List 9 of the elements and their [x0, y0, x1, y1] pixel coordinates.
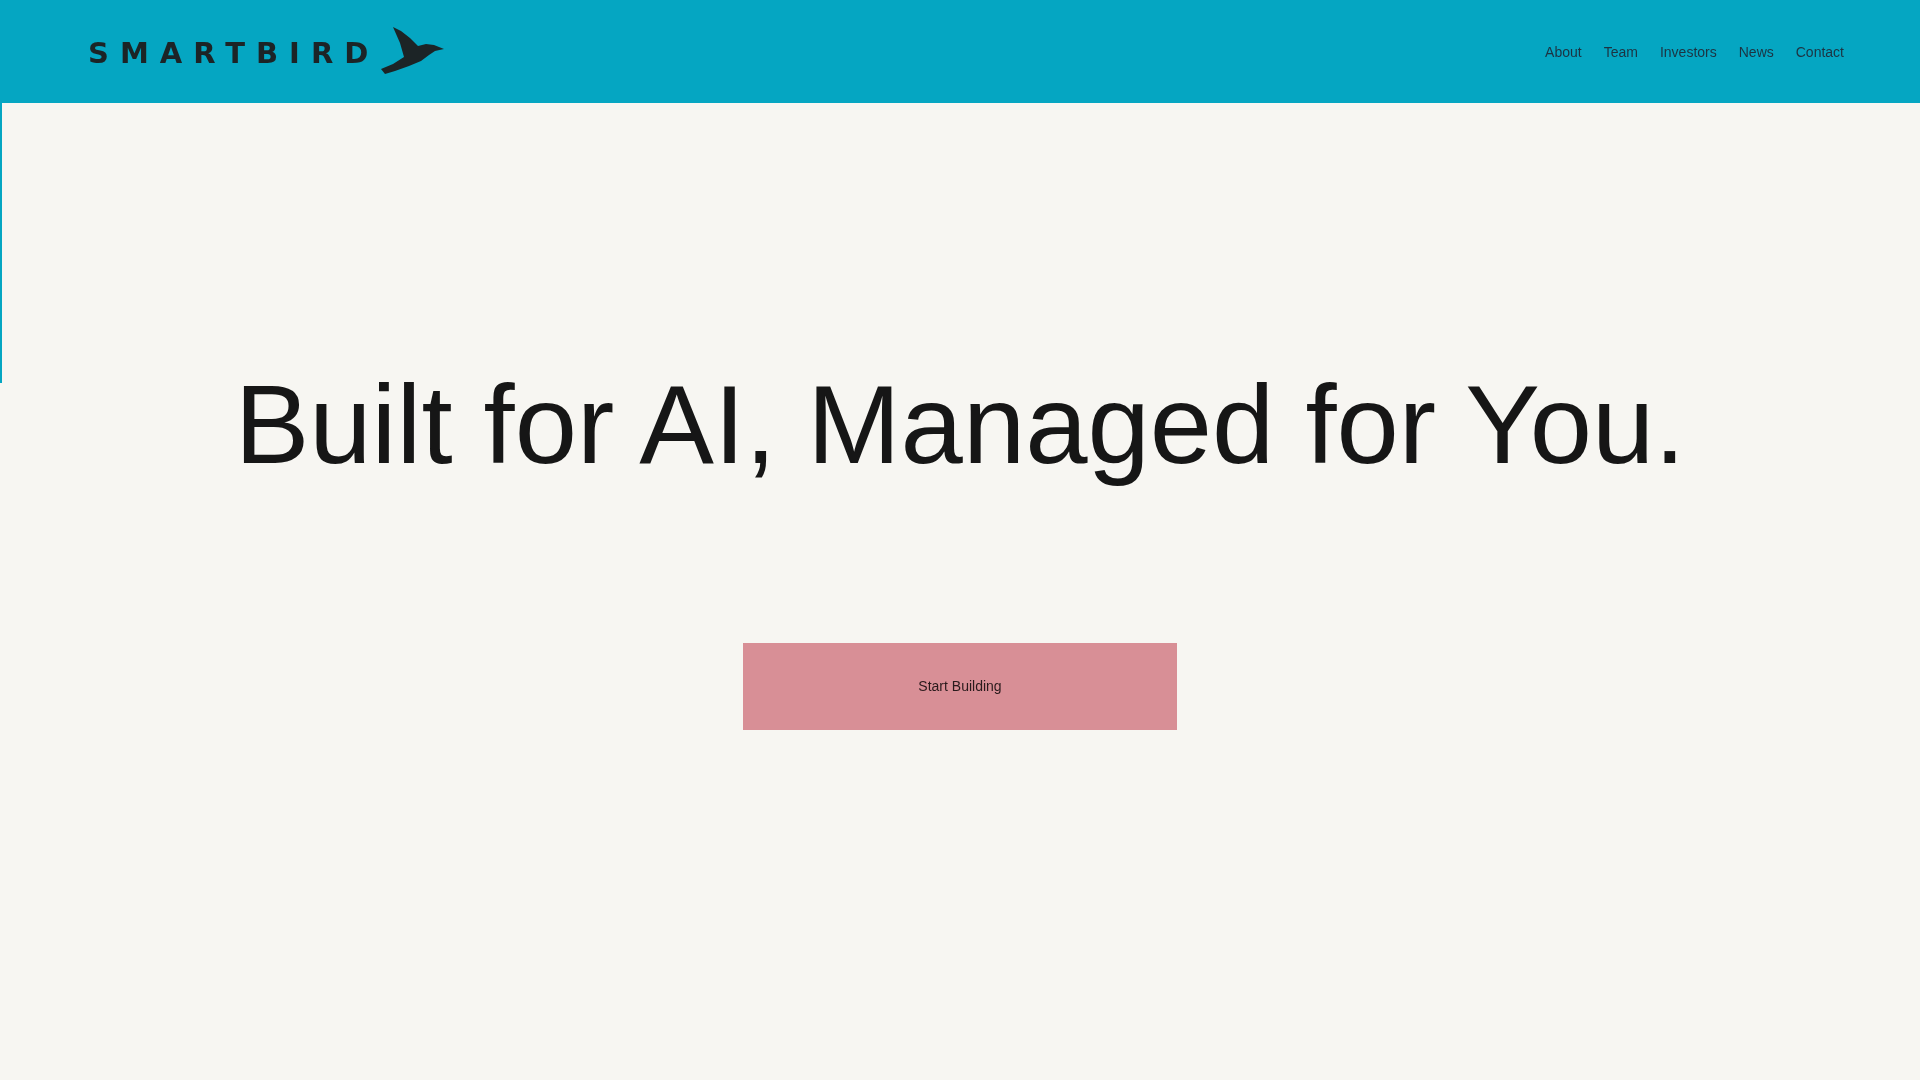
nav-link[interactable]: News — [1738, 43, 1774, 60]
start-building-button[interactable]: Start Building — [743, 642, 1177, 730]
logo-wordmark[interactable]: SMARTBIRD — [88, 39, 380, 68]
hero-headline: Built for AI, Managed for You. — [234, 361, 1686, 489]
nav-link[interactable]: Contact — [1795, 43, 1844, 60]
nav-link[interactable]: About — [1545, 43, 1582, 60]
bird-icon — [379, 24, 446, 75]
nav-link[interactable]: Investors — [1659, 43, 1717, 60]
nav-link[interactable]: Team — [1603, 43, 1638, 60]
